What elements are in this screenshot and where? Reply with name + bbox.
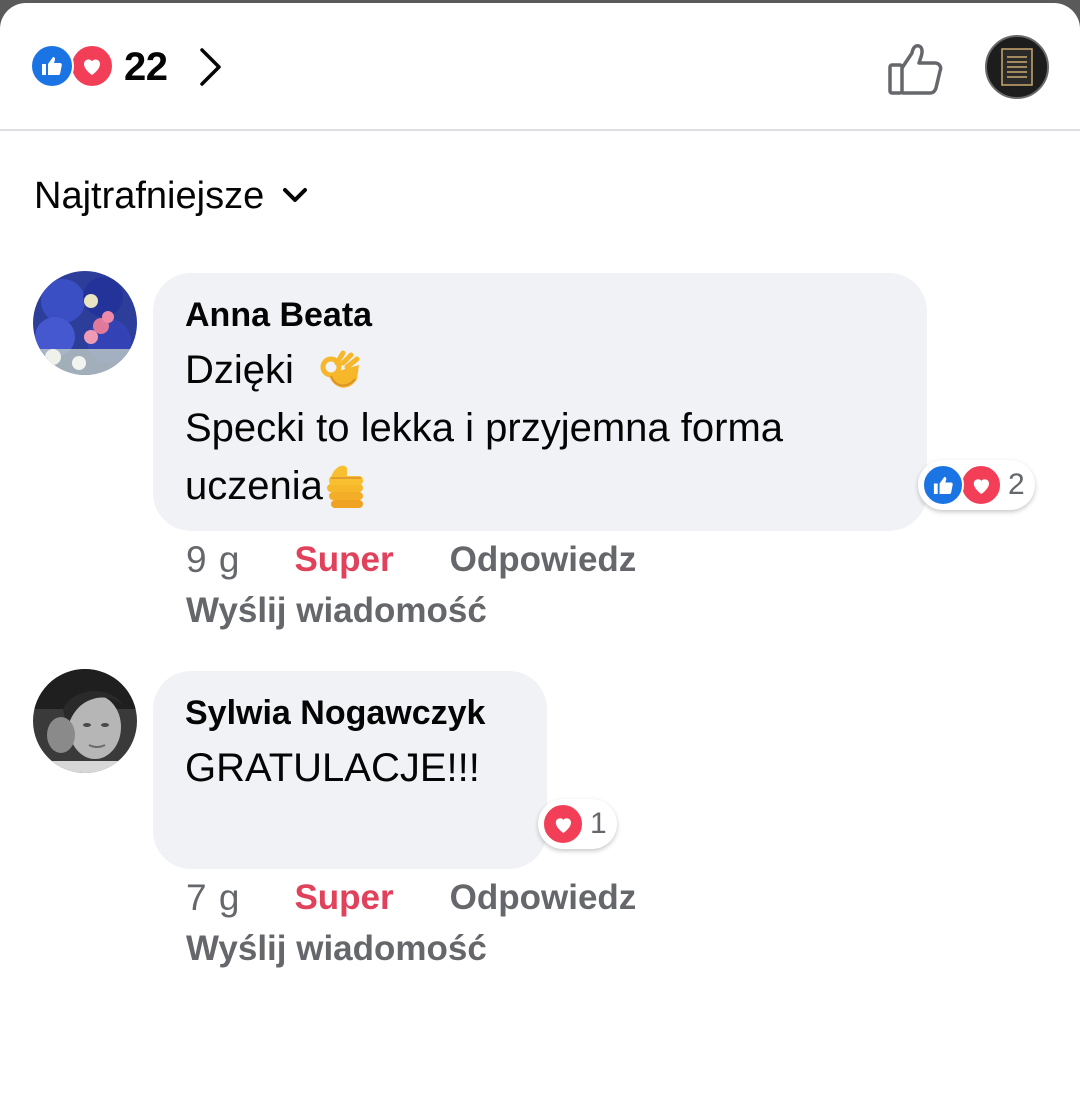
- comments-sheet: 22 Najtrafniejsze Anna Beata Dzięki Spec…: [0, 3, 1080, 1111]
- comment-text: GRATULACJE!!!: [185, 746, 480, 790]
- timestamp[interactable]: 7 g: [186, 877, 240, 919]
- comment-text: Dzięki Specki to lekka i przyjemna forma…: [185, 341, 895, 515]
- comment-line: Specki to lekka i przyjemna forma: [185, 406, 784, 450]
- comment-line: uczenia: [185, 464, 323, 508]
- reaction-icon-stack: [30, 44, 116, 90]
- comment-author[interactable]: Anna Beata: [185, 295, 895, 335]
- comment-bubble: Anna Beata Dzięki Specki to lekka i przy…: [153, 273, 927, 531]
- like-outline-icon[interactable]: [886, 41, 944, 97]
- super-reaction-button[interactable]: Super: [294, 540, 393, 580]
- super-reaction-button[interactable]: Super: [294, 878, 393, 918]
- love-reaction-icon: [70, 44, 114, 88]
- comment-line: Dzięki: [185, 348, 294, 392]
- comment-author[interactable]: Sylwia Nogawczyk: [185, 693, 515, 733]
- comment-bubble: Sylwia Nogawczyk GRATULACJE!!!: [153, 671, 547, 869]
- reply-button[interactable]: Odpowiedz: [450, 540, 637, 580]
- like-icon: [922, 464, 964, 506]
- comment-reactions[interactable]: 2: [918, 460, 1035, 510]
- sort-label: Najtrafniejsze: [34, 174, 265, 217]
- like-reaction-icon: [30, 44, 74, 88]
- reply-button[interactable]: Odpowiedz: [450, 878, 637, 918]
- avatar[interactable]: [33, 669, 137, 773]
- reaction-count: 2: [1008, 468, 1025, 501]
- ok-hand-emoji: [320, 350, 360, 389]
- send-message-button[interactable]: Wyślij wiadomość: [186, 929, 487, 969]
- page-avatar[interactable]: [985, 35, 1049, 99]
- comment-actions: 9 g Super Odpowiedz: [186, 537, 636, 583]
- love-icon: [542, 803, 584, 845]
- thumbs-up-emoji: [326, 466, 363, 509]
- sort-dropdown[interactable]: Najtrafniejsze: [34, 171, 308, 221]
- reactions-header: 22: [0, 3, 1080, 131]
- avatar[interactable]: [33, 271, 137, 375]
- chevron-down-icon: [283, 188, 308, 202]
- comment-reactions[interactable]: 1: [538, 799, 617, 849]
- reaction-summary[interactable]: 22: [30, 41, 224, 93]
- comment-actions: 7 g Super Odpowiedz: [186, 875, 636, 921]
- timestamp[interactable]: 9 g: [186, 539, 240, 581]
- reaction-count: 22: [124, 44, 168, 89]
- love-icon: [960, 464, 1002, 506]
- notebook-icon: [1001, 48, 1033, 86]
- chevron-right-icon: [199, 48, 221, 86]
- send-message-button[interactable]: Wyślij wiadomość: [186, 591, 487, 631]
- reaction-count: 1: [590, 807, 607, 840]
